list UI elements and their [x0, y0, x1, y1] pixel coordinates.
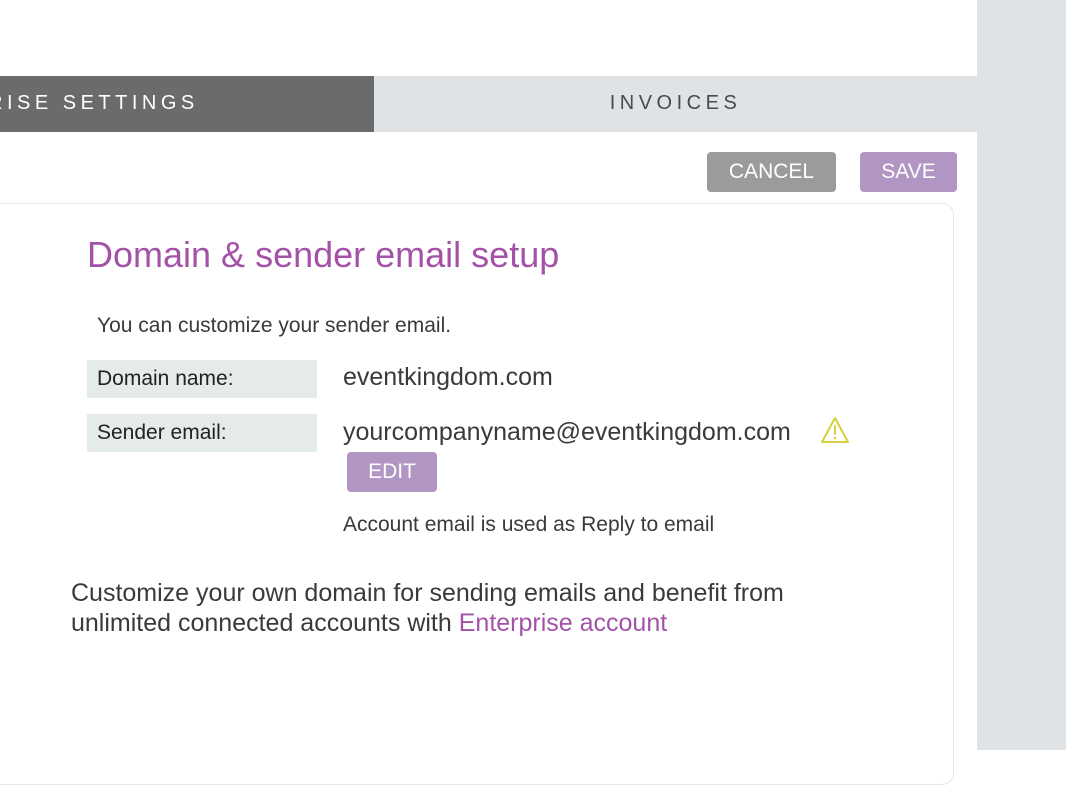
- tab-enterprise-settings[interactable]: RISE SETTINGS: [0, 76, 374, 132]
- enterprise-promo: Customize your own domain for sending em…: [71, 578, 871, 638]
- promo-line-2: unlimited connected accounts with: [71, 609, 459, 637]
- section-intro: You can customize your sender email.: [97, 314, 452, 337]
- sender-email-value: yourcompanyname@eventkingdom.com: [343, 418, 791, 446]
- domain-name-label: Domain name:: [87, 360, 317, 398]
- tab-enterprise-settings-label: RISE SETTINGS: [0, 92, 199, 114]
- warning-icon[interactable]: [820, 416, 850, 444]
- section-title: Domain & sender email setup: [87, 234, 560, 275]
- domain-name-value: eventkingdom.com: [343, 363, 553, 391]
- tab-bar: RISE SETTINGS INVOICES: [0, 76, 977, 132]
- enterprise-account-link[interactable]: Enterprise account: [459, 609, 667, 637]
- tab-invoices-label: INVOICES: [609, 92, 742, 114]
- cancel-button[interactable]: CANCEL: [707, 152, 836, 192]
- reply-to-note: Account email is used as Reply to email: [343, 513, 715, 536]
- settings-panel: [0, 203, 954, 785]
- sender-email-label: Sender email:: [87, 414, 317, 452]
- edit-sender-email-button[interactable]: EDIT: [347, 452, 437, 492]
- save-button[interactable]: SAVE: [860, 152, 957, 192]
- tab-invoices[interactable]: INVOICES: [374, 76, 977, 132]
- promo-line-1: Customize your own domain for sending em…: [71, 579, 784, 607]
- right-rail: [977, 0, 1066, 750]
